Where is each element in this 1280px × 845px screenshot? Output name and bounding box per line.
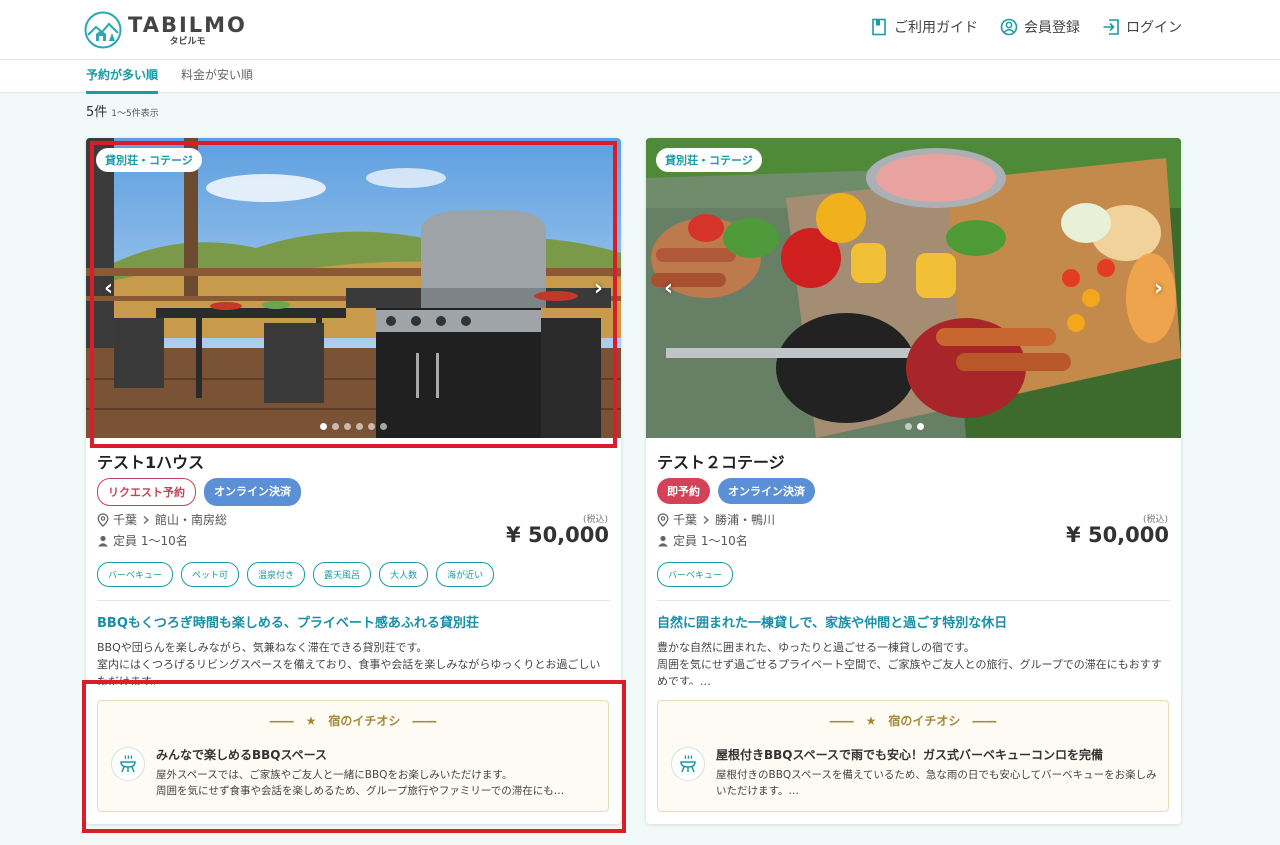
listing-photo[interactable]: 貸別荘・コテージ ‹ › [646,138,1181,438]
chevron-right-icon [703,515,710,524]
result-count-total: 5件 [86,105,108,120]
capacity-text: 定員 1〜10名 [673,534,748,548]
listing-description: 豊かな自然に囲まれた、ゆったりと過ごせる一棟貸しの宿です。 周囲を気にせず過ごせ… [657,641,1162,685]
result-count-range: 1〜5件表示 [111,109,159,119]
amenity-tag: バーベキュー [97,562,174,587]
divider [657,600,1170,601]
carousel-dots [646,423,1181,430]
logo-text: TABILMO [128,12,247,37]
category-badge: 貸別荘・コテージ [656,148,762,172]
capacity-text: 定員 1〜10名 [113,534,188,548]
bbq-food-photo [646,138,1181,438]
listing-headline: BBQもくつろぎ時間も楽しめる、プライベート感あふれる貸別荘 [97,616,479,631]
amenity-tags: バーベキュー ペット可 温泉付き 露天風呂 大人数 海が近い [97,562,495,587]
sort-bar: 予約が多い順 料金が安い順 [0,60,1280,94]
sort-tab-popular[interactable]: 予約が多い順 [86,66,159,94]
online-payment-badge: オンライン決済 [718,478,815,504]
category-badge: 貸別荘・コテージ [96,148,202,172]
location-area: 勝浦・鴨川 [715,513,776,527]
sort-tab-cheap[interactable]: 料金が安い順 [181,66,253,91]
location: 千葉 館山・南房総 [97,511,227,528]
bbq-grill-icon [120,755,136,773]
amenity-tag: 温泉付き [247,562,306,587]
user-circle-icon [1000,18,1018,36]
logo-house-icon [84,11,122,49]
carousel-dot[interactable] [356,423,363,430]
map-pin-icon [657,512,669,527]
amenity-tag: ペット可 [181,562,240,587]
carousel-dot[interactable] [368,423,375,430]
login-icon [1103,19,1119,35]
recommend-box: ―― ★ 宿のイチオシ ―― 屋根付きBBQスペースで雨でも安心！ガス式バーベキ… [657,700,1169,812]
listing-title[interactable]: テスト1ハウス [97,449,204,473]
location: 千葉 勝浦・鴨川 [657,511,775,528]
carousel-dot[interactable] [917,423,924,430]
recommend-icon-circle [111,747,145,781]
amenity-tag: 大人数 [379,562,429,587]
map-pin-icon [97,512,109,527]
carousel-dot[interactable] [905,423,912,430]
carousel-dot[interactable] [380,423,387,430]
header: TABILMO タビルモ ご利用ガイド 会員登録 ログイン [0,0,1280,60]
carousel-prev-button[interactable]: ‹ [664,276,673,301]
guide-link[interactable]: ご利用ガイド [870,17,978,37]
book-icon [872,18,886,36]
carousel-dots [86,423,621,430]
amenity-tag: 露天風呂 [313,562,372,587]
bbq-grill-icon [680,755,696,773]
carousel-dot[interactable] [332,423,339,430]
price: ¥ 50,000 [506,523,609,547]
recommend-box: ―― ★ 宿のイチオシ ―― みんなで楽しめるBBQスペース 屋外スペースでは、… [97,700,609,812]
amenity-tag: 海が近い [436,562,495,587]
logo[interactable]: TABILMO タビルモ [84,11,247,49]
person-icon [658,535,668,546]
recommend-title: ―― ★ 宿のイチオシ ―― [829,714,997,728]
register-label: 会員登録 [1024,20,1080,36]
carousel-next-button[interactable]: › [594,276,603,301]
chevron-right-icon [143,515,150,524]
recommend-text: 屋外スペースでは、ご家族やご友人と一緒にBBQをお楽しみいただけます。 周囲を気… [156,769,565,797]
recommend-text: 屋根付きのBBQスペースを備えているため、急な雨の日でも安心してバーベキューをお… [716,769,1157,797]
listing-photo[interactable]: 貸別荘・コテージ ‹ › [86,138,621,438]
result-count: 5件 1〜5件表示 [86,101,159,120]
listing-description: BBQや団らんを楽しみながら、気兼ねなく滞在できる貸別荘です。 室内にはくつろげ… [97,641,601,685]
recommend-heading: みんなで楽しめるBBQスペース [156,748,328,762]
carousel-next-button[interactable]: › [1154,276,1163,301]
capacity: 定員 1〜10名 [97,532,188,549]
amenity-tag: バーベキュー [657,562,734,587]
register-link[interactable]: 会員登録 [1000,17,1080,37]
header-nav: ご利用ガイド 会員登録 ログイン [870,17,1182,37]
amenity-tags: バーベキュー [657,562,734,587]
request-booking-badge: リクエスト予約 [97,478,196,506]
instant-booking-badge: 即予約 [657,478,710,504]
login-label: ログイン [1126,20,1182,36]
location-prefecture: 千葉 [113,513,138,527]
person-icon [98,535,108,546]
carousel-dot[interactable] [320,423,327,430]
recommend-heading: 屋根付きBBQスペースで雨でも安心！ガス式バーベキューコンロを完備 [716,748,1104,762]
recommend-title: ―― ★ 宿のイチオシ ―― [269,714,437,728]
listing-title[interactable]: テスト２コテージ [657,449,785,473]
carousel-prev-button[interactable]: ‹ [104,276,113,301]
bbq-deck-photo [86,138,621,438]
listing-card[interactable]: 貸別荘・コテージ ‹ › テスト２コテージ 即予約 オンライン決済 千葉 勝浦・… [646,138,1181,824]
carousel-dot[interactable] [344,423,351,430]
logo-subtext: タビルモ [169,36,206,47]
booking-tags: リクエスト予約 オンライン決済 [97,478,301,506]
guide-label: ご利用ガイド [894,20,978,36]
listing-headline: 自然に囲まれた一棟貸しで、家族や仲間と過ごす特別な休日 [657,616,1008,631]
price: ¥ 50,000 [1066,523,1169,547]
capacity: 定員 1〜10名 [657,532,748,549]
location-prefecture: 千葉 [673,513,698,527]
booking-tags: 即予約 オンライン決済 [657,478,815,504]
location-area: 館山・南房総 [155,513,228,527]
divider [97,600,610,601]
recommend-icon-circle [671,747,705,781]
listing-card[interactable]: 貸別荘・コテージ ‹ › テスト1ハウス リクエスト予約 オンライン決済 千葉 … [86,138,621,824]
online-payment-badge: オンライン決済 [204,478,301,506]
login-link[interactable]: ログイン [1102,17,1182,37]
